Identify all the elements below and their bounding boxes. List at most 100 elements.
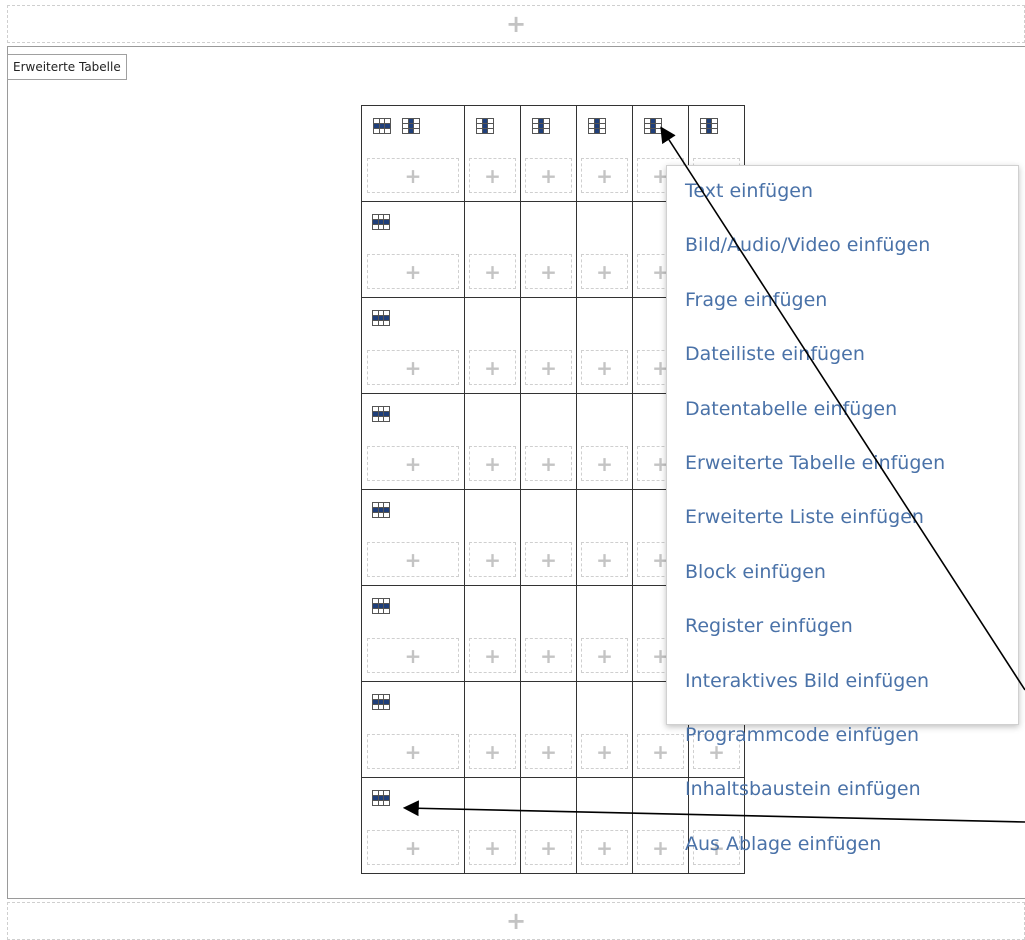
cell-handles: [362, 106, 464, 146]
menu-item[interactable]: Datentabelle einfügen: [685, 398, 897, 420]
cell-add-button[interactable]: +: [367, 734, 459, 769]
table-cell: +: [464, 297, 521, 394]
add-element-bottom-button[interactable]: +: [7, 902, 1025, 940]
table-cell: +: [520, 585, 577, 682]
cell-add-button[interactable]: +: [525, 254, 572, 289]
cell-add-button[interactable]: +: [469, 350, 516, 385]
cell-handles: [362, 394, 464, 434]
cell-add-button[interactable]: +: [525, 542, 572, 577]
cell-add-button[interactable]: +: [581, 158, 628, 193]
cell-add-button[interactable]: +: [367, 542, 459, 577]
menu-item[interactable]: Text einfügen: [685, 180, 813, 202]
menu-item[interactable]: Programmcode einfügen: [685, 724, 919, 746]
cell-add-button[interactable]: +: [525, 830, 572, 865]
table-cell: +: [520, 681, 577, 778]
table-column-icon[interactable]: [402, 118, 420, 134]
cell-add-button[interactable]: +: [581, 542, 628, 577]
menu-item[interactable]: Frage einfügen: [685, 289, 827, 311]
table-cell: +: [576, 489, 633, 586]
cell-add-button[interactable]: +: [469, 734, 516, 769]
cell-handles: [465, 778, 520, 818]
menu-item[interactable]: Block einfügen: [685, 561, 826, 583]
cell-handles: [577, 586, 632, 626]
table-cell: +: [361, 489, 465, 586]
menu-item[interactable]: Register einfügen: [685, 615, 853, 637]
cell-add-button[interactable]: +: [469, 638, 516, 673]
cell-add-button[interactable]: +: [525, 734, 572, 769]
table-row-icon[interactable]: [372, 598, 390, 614]
cell-add-button[interactable]: +: [367, 158, 459, 193]
table-row-icon[interactable]: [372, 214, 390, 230]
cell-handles: [521, 490, 576, 530]
cell-handles: [521, 298, 576, 338]
cell-add-button[interactable]: +: [367, 254, 459, 289]
table-column-icon[interactable]: [476, 118, 494, 134]
table-cell: +: [520, 393, 577, 490]
menu-item[interactable]: Aus Ablage einfügen: [685, 833, 881, 855]
table-cell: +: [576, 201, 633, 298]
cell-handles: [689, 106, 744, 146]
table-row-icon[interactable]: [373, 118, 391, 134]
cell-add-button[interactable]: +: [469, 446, 516, 481]
cell-add-button[interactable]: +: [469, 158, 516, 193]
cell-add-button[interactable]: +: [637, 830, 684, 865]
menu-item[interactable]: Bild/Audio/Video einfügen: [685, 234, 930, 256]
cell-handles: [577, 298, 632, 338]
table-row-icon[interactable]: [372, 790, 390, 806]
table-cell: +: [361, 201, 465, 298]
table-row-icon[interactable]: [372, 310, 390, 326]
table-column-icon[interactable]: [700, 118, 718, 134]
cell-add-button[interactable]: +: [581, 830, 628, 865]
cell-add-button[interactable]: +: [525, 350, 572, 385]
cell-add-button[interactable]: +: [581, 638, 628, 673]
cell-add-button[interactable]: +: [469, 254, 516, 289]
cell-handles: [521, 778, 576, 818]
cell-add-button[interactable]: +: [367, 350, 459, 385]
table-cell: +: [464, 393, 521, 490]
cell-add-button[interactable]: +: [581, 254, 628, 289]
cell-handles: [362, 202, 464, 242]
cell-handles: [362, 490, 464, 530]
menu-item[interactable]: Dateiliste einfügen: [685, 343, 865, 365]
menu-item[interactable]: Interaktives Bild einfügen: [685, 670, 929, 692]
table-cell: +: [361, 105, 465, 202]
table-cell: +: [361, 393, 465, 490]
table-cell: +: [576, 297, 633, 394]
cell-handles: [465, 106, 520, 146]
cell-add-button[interactable]: +: [581, 734, 628, 769]
table-row-icon[interactable]: [372, 502, 390, 518]
cell-add-button[interactable]: +: [637, 734, 684, 769]
table-cell: +: [576, 777, 633, 874]
cell-add-button[interactable]: +: [525, 638, 572, 673]
cell-add-button[interactable]: +: [367, 638, 459, 673]
table-row-icon[interactable]: [372, 694, 390, 710]
table-column-icon[interactable]: [532, 118, 550, 134]
cell-handles: [362, 778, 464, 818]
cell-add-button[interactable]: +: [525, 446, 572, 481]
cell-handles: [577, 394, 632, 434]
cell-add-button[interactable]: +: [581, 350, 628, 385]
cell-add-button[interactable]: +: [469, 830, 516, 865]
table-row-icon[interactable]: [372, 406, 390, 422]
table-cell: +: [464, 585, 521, 682]
menu-item[interactable]: Erweiterte Tabelle einfügen: [685, 452, 945, 474]
cell-add-button[interactable]: +: [367, 830, 459, 865]
cell-handles: [577, 202, 632, 242]
cell-add-button[interactable]: +: [469, 542, 516, 577]
add-element-top-button[interactable]: +: [7, 5, 1025, 43]
cell-handles: [362, 586, 464, 626]
table-column-icon[interactable]: [644, 118, 662, 134]
cell-add-button[interactable]: +: [525, 158, 572, 193]
cell-handles: [521, 586, 576, 626]
extended-table-label[interactable]: Erweiterte Tabelle: [7, 54, 127, 80]
table-cell: +: [361, 777, 465, 874]
table-cell: +: [464, 681, 521, 778]
menu-item[interactable]: Erweiterte Liste einfügen: [685, 506, 924, 528]
table-cell: +: [632, 777, 689, 874]
cell-handles: [521, 202, 576, 242]
cell-add-button[interactable]: +: [581, 446, 628, 481]
table-column-icon[interactable]: [588, 118, 606, 134]
table-cell: +: [520, 297, 577, 394]
cell-add-button[interactable]: +: [367, 446, 459, 481]
menu-item[interactable]: Inhaltsbaustein einfügen: [685, 778, 921, 800]
